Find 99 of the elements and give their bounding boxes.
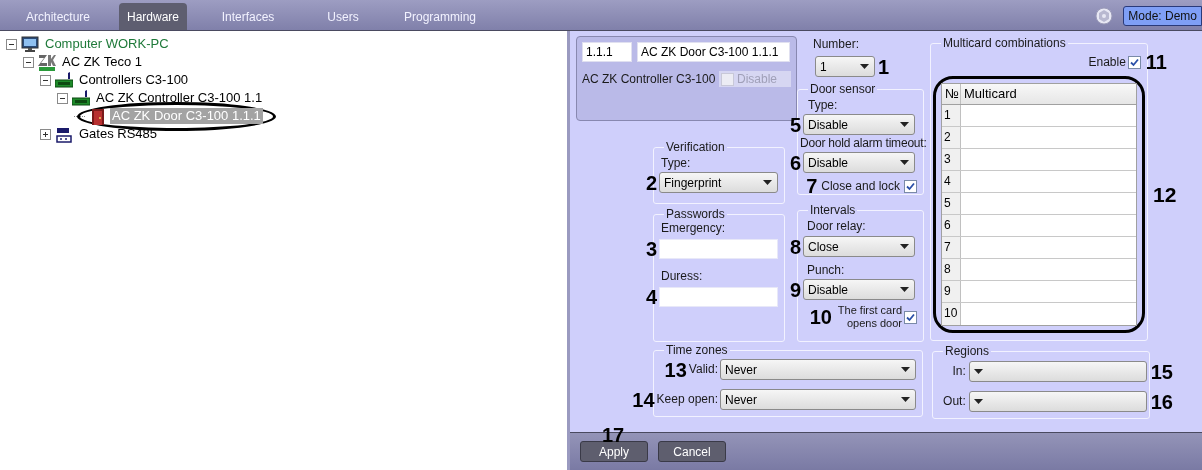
callout-number: 9	[790, 279, 802, 300]
tree-item[interactable]: AC ZK Teco 1	[60, 54, 144, 70]
field-label: Door relay:	[807, 219, 866, 233]
field-label: Door hold alarm timeout:	[800, 136, 927, 151]
checkbox-label: The first card opens door	[836, 304, 902, 330]
field-label: Valid:	[688, 362, 718, 377]
collapse-icon[interactable]	[23, 56, 34, 68]
callout-number: 13	[664, 359, 687, 380]
callout-number: 15	[1150, 361, 1173, 382]
caret-icon	[973, 369, 983, 374]
dialog-button[interactable]: Apply	[580, 441, 648, 462]
checkbox[interactable]	[904, 310, 917, 324]
field-label: Number:	[813, 37, 860, 52]
row-number: 3	[942, 149, 961, 170]
callout-number: 11	[1145, 52, 1167, 72]
id-field[interactable]: 1.1.1	[582, 42, 632, 62]
callout-number: 5	[790, 114, 802, 135]
name-field[interactable]: AC ZK Door C3-100 1.1.1	[637, 42, 790, 62]
group-title: Multicard combinations	[942, 36, 1067, 50]
callout-number: 14	[632, 389, 655, 410]
column-header[interactable]: Multicard	[961, 84, 1136, 104]
row-number: 10	[942, 303, 961, 325]
field-label: Type:	[661, 156, 691, 170]
dropdown[interactable]: Close	[803, 236, 915, 257]
field-label: Type:	[808, 98, 838, 112]
dropdown[interactable]	[968, 361, 1147, 382]
password-field[interactable]	[659, 287, 778, 307]
callout-number: 3	[646, 239, 658, 259]
group-title: Passwords	[665, 207, 726, 221]
group-title: Intervals	[809, 203, 857, 217]
group-title: Regions	[944, 344, 991, 358]
callout-number: 16	[1150, 391, 1173, 412]
checkbox[interactable]	[1127, 55, 1141, 69]
callout-number: 12	[1153, 184, 1177, 205]
dropdown[interactable]: Never	[720, 359, 916, 380]
mode-button[interactable]: Mode: Demo	[1123, 6, 1202, 26]
caret-icon	[900, 287, 909, 292]
collapse-icon[interactable]	[40, 74, 51, 86]
callout-number: 6	[790, 152, 802, 173]
circuit-board-icon	[55, 72, 73, 88]
device-logo-icon	[38, 53, 56, 71]
password-field[interactable]	[659, 239, 778, 259]
field-label: Punch:	[807, 263, 846, 278]
callout-number: 4	[646, 287, 658, 307]
callout-number: 7	[806, 176, 818, 196]
caret-icon	[901, 397, 910, 402]
callout-number: 10	[809, 307, 832, 327]
checkbox-label: Close and lock	[821, 178, 900, 195]
row-number: 5	[942, 193, 961, 214]
row-number: 4	[942, 171, 961, 192]
tree-item[interactable]: Controllers C3-100	[77, 72, 191, 88]
checkbox-label: Enable	[1088, 54, 1126, 71]
gear-icon[interactable]	[1095, 7, 1114, 25]
caret-icon	[763, 180, 772, 185]
dropdown[interactable]: Disable	[803, 152, 915, 173]
group-title: Door sensor	[809, 82, 877, 96]
checkbox-label: Disable	[737, 71, 778, 88]
dropdown[interactable]	[968, 391, 1147, 412]
caret-icon	[900, 122, 909, 127]
tab[interactable]: Hardware	[119, 3, 187, 30]
checkbox[interactable]	[904, 179, 917, 193]
group-title: Time zones	[665, 343, 729, 357]
row-number: 8	[942, 259, 961, 280]
dropdown[interactable]: Fingerprint	[659, 172, 778, 193]
caret-icon	[900, 160, 909, 165]
dropdown[interactable]: Disable	[803, 279, 915, 300]
circuit-board-icon	[72, 90, 90, 106]
field-label: Out:	[943, 394, 966, 409]
row-number: 9	[942, 281, 961, 302]
door-icon	[90, 107, 106, 125]
expand-icon[interactable]	[40, 128, 51, 140]
collapse-icon[interactable]	[57, 92, 68, 104]
dropdown[interactable]: 1	[815, 56, 875, 77]
field-label: Duress:	[661, 269, 704, 284]
field-label: In:	[952, 364, 966, 379]
serial-port-icon	[55, 125, 73, 143]
monitor-icon	[21, 35, 39, 53]
dropdown[interactable]: Disable	[803, 114, 915, 135]
caret-icon	[973, 399, 983, 404]
column-header[interactable]: №	[942, 84, 961, 104]
field-label: AC ZK Controller C3-100	[582, 71, 716, 87]
collapse-icon[interactable]	[6, 38, 17, 50]
field-label: Keep open:	[656, 392, 718, 407]
row-number: 2	[942, 127, 961, 148]
caret-icon	[901, 367, 910, 372]
group-title: Verification	[665, 140, 726, 154]
row-number: 7	[942, 237, 961, 258]
caret-icon	[860, 64, 869, 69]
dialog-button[interactable]: Cancel	[658, 441, 726, 462]
caret-icon	[900, 244, 909, 249]
callout-number: 8	[790, 236, 802, 257]
row-number: 1	[942, 105, 961, 126]
dropdown[interactable]: Never	[720, 389, 916, 410]
tree-item[interactable]: Computer WORK-PC	[43, 36, 171, 52]
tree-item[interactable]: AC ZK Controller C3-100 1.1	[94, 90, 265, 106]
field-label: Emergency:	[661, 221, 727, 236]
row-number: 6	[942, 215, 961, 236]
callout-number: 2	[646, 172, 658, 193]
callout-number: 1	[878, 56, 890, 77]
